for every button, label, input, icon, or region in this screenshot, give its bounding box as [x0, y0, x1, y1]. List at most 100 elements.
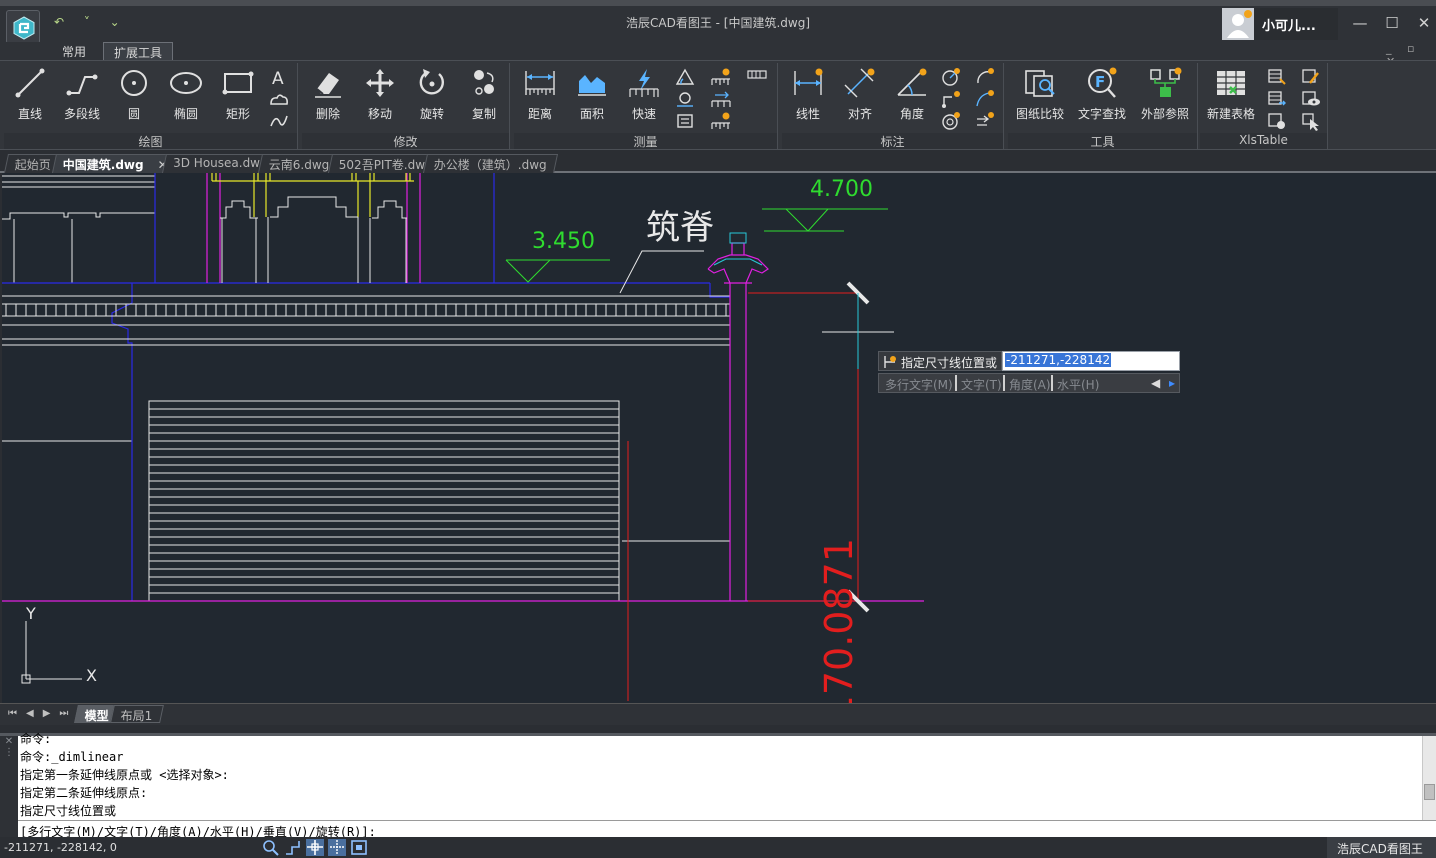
doc-tab-zhongguo[interactable]: 中国建筑.dwg ✕: [51, 154, 180, 173]
annotation-text: 筑脊: [646, 208, 714, 248]
window-title: 浩辰CAD看图王 - [中国建筑.dwg]: [625, 16, 810, 30]
dynamic-input-options: 多行文字(M) 文字(T) 角度(A) 水平(H) ◀ ▸: [878, 373, 1180, 393]
maximize-button[interactable]: ☐: [1380, 14, 1404, 32]
table-edit-icon[interactable]: [1300, 67, 1322, 87]
ribbon-panel: 直线 多段线 圆 椭圆 矩形 A 绘图 删除 移动 旋转 复制 修改 距离 面积…: [0, 60, 1436, 150]
tab-common[interactable]: 常用: [52, 42, 96, 60]
external-ref-button[interactable]: 外部参照: [1136, 67, 1194, 123]
area-icon: [578, 75, 606, 96]
line-tool-button[interactable]: 直线: [4, 67, 56, 123]
layout-nav-arrows[interactable]: ⏮◀▶⏭: [8, 708, 77, 719]
dynamic-input-prompt: 指定尺寸线位置或: [878, 351, 1003, 371]
zoom-icon[interactable]: [262, 839, 280, 856]
ortho-icon[interactable]: [284, 839, 302, 856]
ruler-baseline-icon[interactable]: [710, 111, 732, 131]
new-table-icon: [1217, 71, 1245, 95]
drawing-canvas[interactable]: 4170.0871 4.700 3.450 筑脊 Y X 指定尺寸线位置或 -2…: [2, 173, 1436, 703]
arc-measure-icon[interactable]: [674, 89, 696, 109]
circle-icon: [121, 70, 147, 96]
minimize-button[interactable]: —: [1348, 14, 1372, 32]
freehand-icon[interactable]: [268, 111, 290, 131]
snap-icon[interactable]: [306, 839, 324, 856]
move-icon: [366, 69, 394, 97]
fullscreen-icon[interactable]: [350, 839, 368, 856]
avatar[interactable]: [1222, 8, 1254, 40]
command-history-line: 指定尺寸线位置或: [20, 804, 117, 818]
ellipse-tool-button[interactable]: 椭圆: [160, 67, 212, 123]
diameter-dim-icon[interactable]: [940, 111, 962, 131]
tab-layout1[interactable]: 布局1: [110, 705, 164, 723]
svg-text:A: A: [272, 69, 284, 87]
linear-dimension-icon: [794, 68, 823, 95]
arc-length-dim-icon[interactable]: [974, 67, 996, 87]
status-toggles: [262, 839, 372, 857]
compare-icon: [1025, 70, 1055, 97]
command-scroll-thumb[interactable]: [1424, 784, 1435, 800]
radius-dim-icon[interactable]: [940, 67, 962, 87]
command-history-line: 指定第一条延伸线原点或 <选择对象>:: [20, 768, 229, 782]
cloud-icon[interactable]: [268, 89, 290, 109]
coordinate-readout: -211271, -228142, 0: [4, 841, 117, 854]
multi-leader-icon[interactable]: [974, 111, 996, 131]
group-label-xlstable: XlsTable: [1200, 133, 1327, 149]
polyline-tool-button[interactable]: 多段线: [56, 67, 108, 123]
group-label-modify: 修改: [302, 133, 509, 149]
rectangle-tool-button[interactable]: 矩形: [212, 67, 264, 123]
layout-tab-bar: ⏮◀▶⏭ 模型 布局1: [0, 703, 1436, 725]
ucs-x-label: X: [86, 666, 97, 685]
rotate-tool-button[interactable]: 旋转: [406, 67, 458, 123]
command-scrollbar[interactable]: [1422, 736, 1436, 820]
text-search-button[interactable]: F 文字查找: [1074, 67, 1130, 123]
ruler-chain-icon[interactable]: [710, 89, 732, 109]
move-tool-button[interactable]: 移动: [354, 67, 406, 123]
text-icon[interactable]: A: [268, 67, 290, 87]
user-account[interactable]: 小可儿...: [1222, 8, 1338, 40]
group-label-dimension: 标注: [782, 133, 1003, 149]
user-name: 小可儿...: [1262, 19, 1316, 34]
table-select-icon[interactable]: [1300, 111, 1322, 131]
linear-dim-tool-button[interactable]: 线性: [782, 67, 834, 123]
group-measure: 距离 面积 快速 测量: [514, 63, 778, 149]
option-text[interactable]: 文字(T): [961, 376, 1002, 393]
table-measure-icon[interactable]: [746, 67, 768, 87]
ellipse-icon: [170, 72, 202, 94]
cad-drawing: 4170.0871 4.700 3.450 筑脊 Y X: [2, 173, 924, 703]
options-next-icon[interactable]: ▸: [1169, 376, 1175, 390]
table-import-icon[interactable]: [1266, 67, 1288, 87]
copy-icon: [474, 70, 494, 95]
tab-extended-tools[interactable]: 扩展工具: [103, 42, 174, 60]
close-button[interactable]: ✕: [1412, 14, 1436, 32]
circle-tool-button[interactable]: 圆: [108, 67, 160, 123]
coordinate-icon[interactable]: [674, 111, 696, 131]
new-table-button[interactable]: 新建表格: [1202, 67, 1260, 123]
command-window-grip[interactable]: ✕ ⋮: [0, 736, 18, 840]
dynamic-input-field[interactable]: -211271,-228142: [1002, 351, 1180, 371]
track-icon[interactable]: [328, 839, 346, 856]
angle-dim-tool-button[interactable]: 角度: [886, 67, 938, 123]
option-angle[interactable]: 角度(A): [1009, 376, 1051, 393]
ordinate-dim-icon[interactable]: [940, 89, 962, 109]
table-settings-icon[interactable]: [1266, 111, 1288, 131]
quick-measure-tool-button[interactable]: 快速: [618, 67, 670, 123]
distance-tool-button[interactable]: 距离: [514, 67, 566, 123]
area-tool-button[interactable]: 面积: [566, 67, 618, 123]
group-label-tools: 工具: [1008, 133, 1197, 149]
copy-tool-button[interactable]: 复制: [458, 67, 510, 123]
doc-tab-office[interactable]: 办公楼（建筑）.dwg: [422, 154, 558, 173]
angle-measure-icon[interactable]: [674, 67, 696, 87]
command-history: 命令: 命令:_dimlinear 指定第一条延伸线原点或 <选择对象>: 指定…: [20, 730, 1420, 820]
document-tab-bar: 起始页 中国建筑.dwg ✕ 3D Housea.dwg 云南6.dwg 502…: [0, 151, 1436, 173]
leader-dim-icon[interactable]: [974, 89, 996, 109]
dimension-prompt-icon: [884, 356, 896, 368]
option-horizontal[interactable]: 水平(H): [1057, 376, 1099, 393]
aligned-dim-tool-button[interactable]: 对齐: [834, 67, 886, 123]
option-mtext[interactable]: 多行文字(M): [885, 376, 953, 393]
options-prev-icon[interactable]: ◀: [1151, 376, 1160, 390]
ruler-count-icon[interactable]: [710, 67, 732, 87]
erase-tool-button[interactable]: 删除: [302, 67, 354, 123]
table-view-icon[interactable]: [1300, 89, 1322, 109]
drawing-compare-button[interactable]: 图纸比较: [1012, 67, 1068, 123]
table-export-icon[interactable]: [1266, 89, 1288, 109]
external-reference-icon: [1150, 67, 1182, 97]
command-history-line: 命令:_dimlinear: [20, 750, 124, 764]
